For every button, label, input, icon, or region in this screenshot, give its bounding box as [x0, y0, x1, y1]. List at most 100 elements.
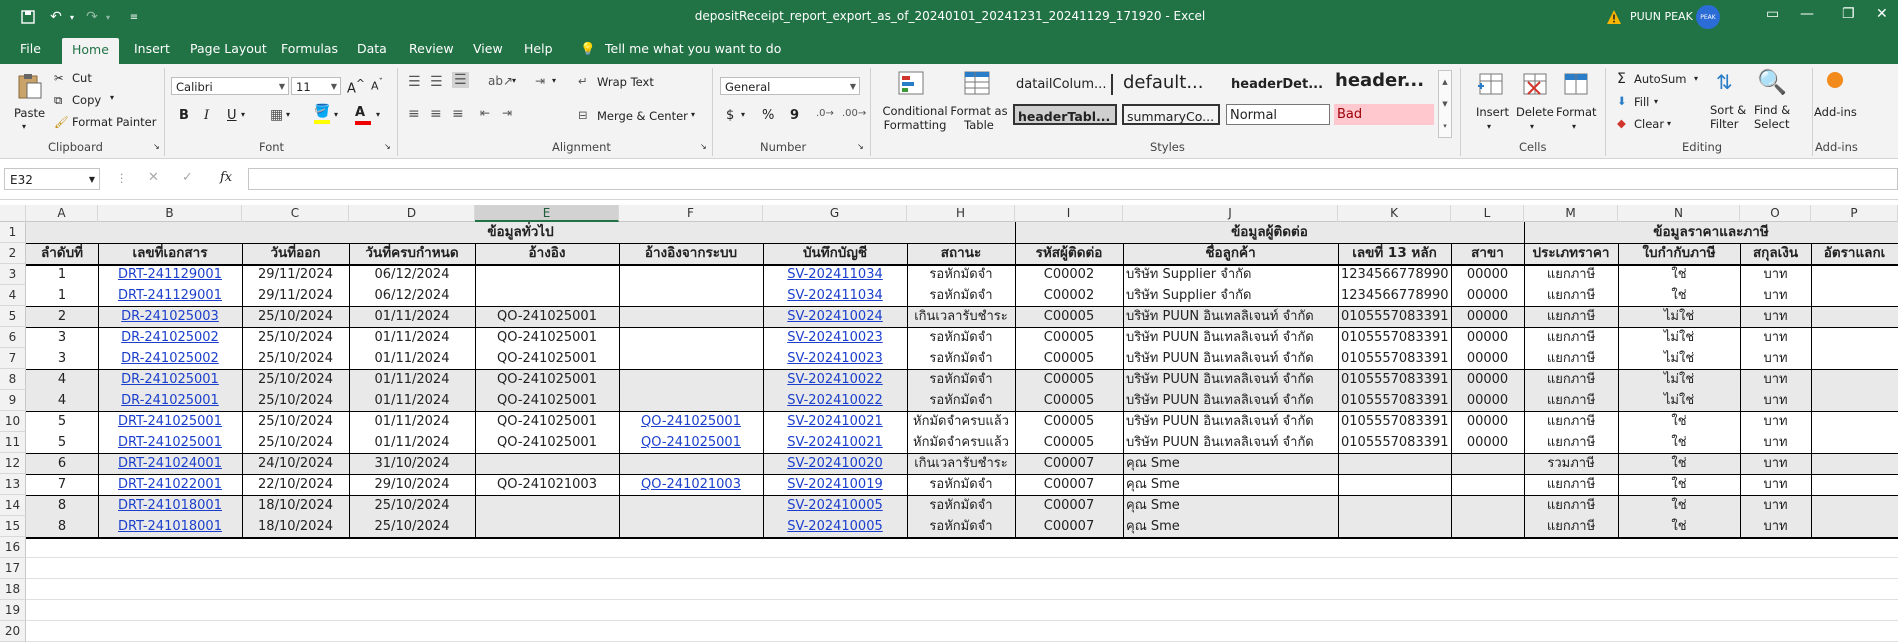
table-cell[interactable]: บริษัท PUUN อินเทลลิเจนท์ จำกัด [1123, 306, 1338, 327]
format-cells-icon[interactable] [1561, 70, 1591, 98]
table-cell[interactable]: 7 [26, 474, 98, 495]
enter-icon[interactable]: ✓ [182, 170, 193, 185]
cancel-icon[interactable]: ✕ [148, 170, 159, 185]
insert-cells-button[interactable]: Insert [1476, 105, 1509, 119]
table-cell[interactable]: DR-241025002 [98, 348, 242, 369]
header-cell[interactable]: เลขที่เอกสาร [98, 243, 242, 264]
table-cell[interactable]: บริษัท PUUN อินเทลลิเจนท์ จำกัด [1123, 327, 1338, 348]
column-header-f[interactable]: F [619, 205, 763, 222]
table-cell[interactable]: 00000 [1451, 411, 1524, 432]
table-cell[interactable]: 00000 [1451, 306, 1524, 327]
table-cell[interactable]: DR-241025001 [98, 390, 242, 411]
section-header-general[interactable]: ข้อมูลทั่วไป [26, 222, 1015, 243]
decrease-font-icon[interactable]: Aˇ [371, 77, 383, 93]
table-cell[interactable]: คุณ Sme [1123, 495, 1338, 516]
add-ins-button[interactable]: Add-ins [1814, 105, 1857, 119]
comma-button[interactable]: 9 [790, 108, 799, 123]
table-cell[interactable]: C00005 [1015, 390, 1123, 411]
copy-icon[interactable]: ⧉ [54, 93, 62, 108]
table-cell[interactable]: แยกภาษี [1524, 285, 1618, 306]
header-cell[interactable]: อ้างอิง [475, 243, 619, 264]
underline-dropdown-icon[interactable]: ▾ [241, 110, 245, 119]
table-cell[interactable]: QO-241025001 [475, 411, 619, 432]
table-cell[interactable]: บาท [1740, 453, 1811, 474]
indent-dropdown-icon[interactable]: ▾ [552, 76, 556, 85]
table-cell[interactable]: แยกภาษี [1524, 369, 1618, 390]
table-cell[interactable]: C00005 [1015, 348, 1123, 369]
table-cell[interactable]: QO-241025001 [619, 432, 763, 453]
tab-help[interactable]: Help [524, 41, 553, 56]
header-cell[interactable]: อัตราแลกเ [1811, 243, 1898, 264]
row-header-2[interactable]: 2 [0, 243, 26, 264]
save-icon[interactable] [18, 7, 38, 27]
table-cell[interactable]: บริษัท Supplier จำกัด [1123, 264, 1338, 285]
table-cell[interactable]: 00000 [1451, 264, 1524, 285]
format-dropdown-icon[interactable]: ▾ [1572, 122, 1576, 131]
merge-center-button[interactable]: Merge & Center [597, 109, 688, 123]
column-header-k[interactable]: K [1338, 205, 1451, 222]
table-cell[interactable]: ไม่ใช่ [1618, 390, 1740, 411]
table-cell[interactable]: ใช่ [1618, 264, 1740, 285]
table-cell[interactable]: เกินเวลารับชำระ [907, 453, 1015, 474]
table-cell[interactable]: 25/10/2024 [242, 432, 349, 453]
table-cell[interactable]: DRT-241018001 [98, 495, 242, 516]
styles-scroll[interactable]: ▲ ▼ ▾ [1438, 70, 1452, 138]
row-header-18[interactable]: 18 [0, 579, 26, 600]
table-cell[interactable]: 25/10/2024 [242, 411, 349, 432]
table-cell[interactable]: 0105557083391 [1338, 327, 1451, 348]
align-center-icon[interactable]: ≡ [430, 106, 442, 122]
table-cell[interactable]: SV-202410022 [763, 390, 907, 411]
align-bottom-icon[interactable]: ☰ [452, 72, 469, 88]
tab-view[interactable]: View [473, 41, 503, 56]
column-header-p[interactable]: P [1811, 205, 1898, 222]
table-cell[interactable]: ใช่ [1618, 411, 1740, 432]
restore-icon[interactable]: ❐ [1842, 6, 1855, 22]
table-cell[interactable]: QO-241025001 [475, 390, 619, 411]
table-cell[interactable]: รอหักมัดจำ [907, 495, 1015, 516]
delete-cells-icon[interactable] [1520, 70, 1550, 98]
table-cell[interactable]: C00007 [1015, 516, 1123, 537]
format-painter-button[interactable]: Format Painter [72, 115, 156, 129]
table-cell[interactable]: บริษัท PUUN อินเทลลิเจนท์ จำกัด [1123, 411, 1338, 432]
table-cell[interactable]: แยกภาษี [1524, 495, 1618, 516]
table-cell[interactable]: DRT-241129001 [98, 285, 242, 306]
font-launcher-icon[interactable]: ↘ [384, 142, 391, 151]
column-header-m[interactable]: M [1524, 205, 1618, 222]
column-header-o[interactable]: O [1740, 205, 1811, 222]
row-header-19[interactable]: 19 [0, 600, 26, 621]
clear-dropdown-icon[interactable]: ▾ [1667, 119, 1671, 128]
row-header-5[interactable]: 5 [0, 306, 26, 327]
decrease-indent-icon[interactable]: ⇤ [480, 106, 490, 120]
table-cell[interactable]: SV-202410005 [763, 516, 907, 537]
table-cell[interactable]: DRT-241129001 [98, 264, 242, 285]
table-cell[interactable]: 25/10/2024 [349, 495, 475, 516]
fill-dropdown-icon[interactable]: ▾ [1654, 97, 1658, 106]
table-cell[interactable]: รอหักมัดจำ [907, 327, 1015, 348]
column-header-d[interactable]: D [349, 205, 475, 222]
tab-page-layout[interactable]: Page Layout [190, 41, 267, 56]
table-cell[interactable]: C00005 [1015, 411, 1123, 432]
cut-button[interactable]: Cut [72, 71, 92, 85]
column-header-e[interactable]: E [475, 205, 619, 222]
table-cell[interactable]: 5 [26, 432, 98, 453]
style-cell-header[interactable]: header... [1332, 70, 1432, 91]
name-box[interactable]: E32 ▼ [4, 168, 100, 190]
wrap-text-icon[interactable]: ↵ [578, 74, 588, 88]
close-icon[interactable]: ✕ [1876, 6, 1888, 22]
row-header-1[interactable]: 1 [0, 222, 26, 243]
table-cell[interactable]: รอหักมัดจำ [907, 264, 1015, 285]
table-cell[interactable]: ไม่ใช่ [1618, 306, 1740, 327]
select-all-corner[interactable] [0, 205, 26, 222]
currency-dropdown-icon[interactable]: ▾ [741, 110, 745, 119]
table-cell[interactable]: C00005 [1015, 432, 1123, 453]
table-cell[interactable]: QO-241025001 [619, 411, 763, 432]
table-cell[interactable]: SV-202410021 [763, 411, 907, 432]
find-select-button[interactable]: Find & Select [1754, 103, 1798, 131]
warning-icon[interactable] [1606, 9, 1622, 25]
table-cell[interactable]: 06/12/2024 [349, 285, 475, 306]
sort-filter-button[interactable]: Sort & Filter [1710, 103, 1754, 131]
table-cell[interactable]: 01/11/2024 [349, 327, 475, 348]
style-cell-default[interactable]: default... [1120, 72, 1220, 93]
table-cell[interactable]: 00000 [1451, 327, 1524, 348]
copy-dropdown-icon[interactable]: ▾ [110, 93, 114, 102]
